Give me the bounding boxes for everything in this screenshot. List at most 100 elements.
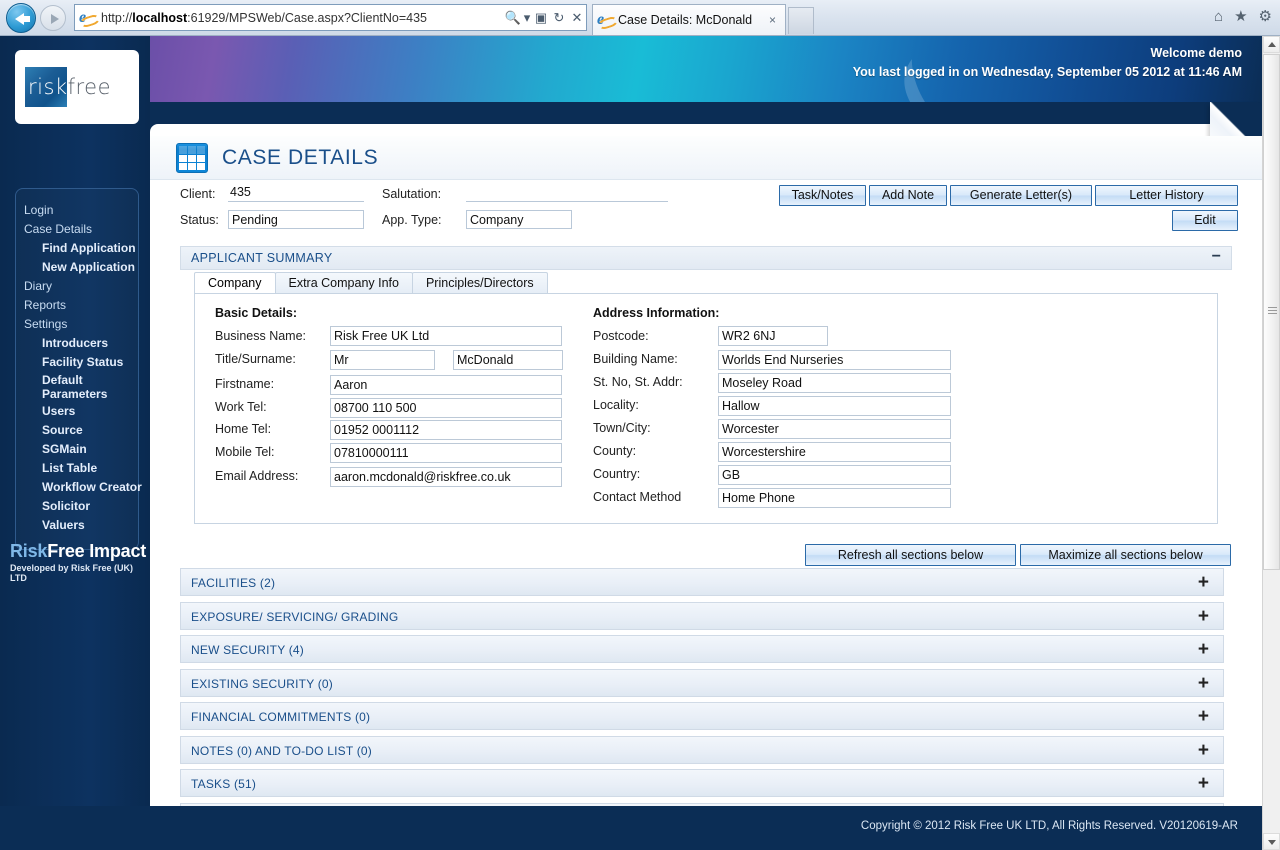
page-title-bar: CASE DETAILS xyxy=(150,136,1262,180)
grid-table-icon xyxy=(176,142,208,173)
content-panel: CASE DETAILS Client: Status: Salutation:… xyxy=(150,102,1262,842)
section-existing-security[interactable]: EXISTING SECURITY (0) + xyxy=(180,669,1224,697)
sidebar-item-diary[interactable]: Diary xyxy=(16,277,138,296)
task-notes-button[interactable]: Task/Notes xyxy=(779,185,866,206)
salutation-field[interactable] xyxy=(466,184,668,202)
welcome-block: Welcome demo You last logged in on Wedne… xyxy=(853,44,1242,82)
country-input[interactable] xyxy=(718,465,951,485)
locality-input[interactable] xyxy=(718,396,951,416)
street-address-label: St. No, St. Addr: xyxy=(593,375,683,389)
address-bar[interactable]: e http://localhost:61929/MPSWeb/Case.asp… xyxy=(74,4,587,31)
sidebar-item-users[interactable]: Users xyxy=(16,402,138,421)
tab-principles-directors[interactable]: Principles/Directors xyxy=(411,272,548,294)
favorites-icon[interactable]: ★ xyxy=(1234,8,1247,26)
section-facilities[interactable]: FACILITIES (2) + xyxy=(180,568,1224,596)
scroll-down-icon[interactable] xyxy=(1263,833,1280,850)
refresh-icon[interactable]: ↻ xyxy=(550,10,568,26)
maximize-all-sections-button[interactable]: Maximize all sections below xyxy=(1020,544,1231,566)
postcode-input[interactable] xyxy=(718,326,828,346)
county-input[interactable] xyxy=(718,442,951,462)
building-name-input[interactable] xyxy=(718,350,951,370)
town-city-input[interactable] xyxy=(718,419,951,439)
application-window: Welcome demo You last logged in on Wedne… xyxy=(0,36,1280,850)
expand-icon[interactable]: + xyxy=(1198,604,1209,630)
page-scrollbar[interactable] xyxy=(1262,36,1280,850)
sidebar-item-settings[interactable]: Settings xyxy=(16,315,138,334)
street-address-input[interactable] xyxy=(718,373,951,393)
compatibility-view-icon[interactable]: ▣ xyxy=(532,10,550,26)
sidebar-item-new-application[interactable]: New Application xyxy=(16,258,138,277)
logo-mark: riskfree xyxy=(25,67,129,107)
letter-history-button[interactable]: Letter History xyxy=(1095,185,1238,206)
firstname-input[interactable] xyxy=(330,375,562,395)
sidebar-item-introducers[interactable]: Introducers xyxy=(16,334,138,353)
section-notes-and-todo[interactable]: NOTES (0) AND TO-DO LIST (0) + xyxy=(180,736,1224,764)
tab-company[interactable]: Company xyxy=(194,272,276,294)
section-new-security[interactable]: NEW SECURITY (4) + xyxy=(180,635,1224,663)
scroll-up-icon[interactable] xyxy=(1263,36,1280,53)
client-field[interactable] xyxy=(228,184,364,202)
expand-icon[interactable]: + xyxy=(1198,738,1209,764)
section-title: TASKS (51) xyxy=(191,777,257,791)
browser-tab[interactable]: e Case Details: McDonald × xyxy=(592,4,786,35)
browser-forward-button[interactable] xyxy=(40,5,66,31)
applicant-summary-header[interactable]: APPLICANT SUMMARY − xyxy=(180,246,1232,270)
surname-input[interactable] xyxy=(453,350,563,370)
title-input[interactable] xyxy=(330,350,435,370)
generate-letters-button[interactable]: Generate Letter(s) xyxy=(950,185,1092,206)
sidebar-item-workflow-creator[interactable]: Workflow Creator xyxy=(16,478,142,497)
section-title: FINANCIAL COMMITMENTS (0) xyxy=(191,710,371,724)
section-tasks[interactable]: TASKS (51) + xyxy=(180,769,1224,797)
sidebar-item-source[interactable]: Source xyxy=(16,421,138,440)
mobile-tel-input[interactable] xyxy=(330,443,562,463)
status-field[interactable] xyxy=(228,210,364,229)
expand-icon[interactable]: + xyxy=(1198,704,1209,730)
chevron-down-icon[interactable]: ▾ xyxy=(522,10,532,26)
sidebar-item-find-application[interactable]: Find Application xyxy=(16,239,138,258)
contact-method-input[interactable] xyxy=(718,488,951,508)
sidebar-nav: Login Case Details Find Application New … xyxy=(15,188,142,550)
work-tel-input[interactable] xyxy=(330,398,562,418)
sidebar-item-list-table[interactable]: List Table xyxy=(16,459,138,478)
stop-icon[interactable]: ✕ xyxy=(568,10,586,26)
page-title: CASE DETAILS xyxy=(222,145,379,169)
town-city-label: Town/City: xyxy=(593,421,651,435)
tab-extra-company-info[interactable]: Extra Company Info xyxy=(274,272,413,294)
search-icon[interactable]: 🔍 xyxy=(504,10,522,26)
expand-icon[interactable]: + xyxy=(1198,637,1209,663)
applicant-summary-section: APPLICANT SUMMARY − Company Extra Compan… xyxy=(180,246,1232,524)
browser-back-button[interactable] xyxy=(6,3,36,33)
sidebar-item-facility-status[interactable]: Facility Status xyxy=(16,353,138,372)
expand-icon[interactable]: + xyxy=(1198,570,1209,596)
collapse-icon[interactable]: − xyxy=(1212,248,1221,266)
app-type-field[interactable] xyxy=(466,210,572,229)
sidebar-item-login[interactable]: Login xyxy=(16,201,138,220)
sidebar-item-sgmain[interactable]: SGMain xyxy=(16,440,138,459)
business-name-input[interactable] xyxy=(330,326,562,346)
sidebar-item-reports[interactable]: Reports xyxy=(16,296,138,315)
sidebar-item-solicitor[interactable]: Solicitor xyxy=(16,497,138,516)
home-tel-input[interactable] xyxy=(330,420,562,440)
section-exposure-servicing-grading[interactable]: EXPOSURE/ SERVICING/ GRADING + xyxy=(180,602,1224,630)
building-name-label: Building Name: xyxy=(593,352,678,366)
expand-icon[interactable]: + xyxy=(1198,671,1209,697)
add-note-button[interactable]: Add Note xyxy=(869,185,947,206)
expand-icon[interactable]: + xyxy=(1198,771,1209,797)
sidebar-item-case-details[interactable]: Case Details xyxy=(16,220,138,239)
gear-icon[interactable]: ⚙ xyxy=(1259,8,1272,26)
sidebar-item-valuers[interactable]: Valuers xyxy=(16,516,138,535)
scrollbar-thumb[interactable] xyxy=(1263,54,1280,570)
country-label: Country: xyxy=(593,467,641,481)
email-address-input[interactable] xyxy=(330,467,562,487)
sidebar-item-default-parameters[interactable]: Default Parameters xyxy=(16,372,138,402)
section-title: EXPOSURE/ SERVICING/ GRADING xyxy=(191,610,399,624)
home-icon[interactable]: ⌂ xyxy=(1214,8,1223,26)
section-financial-commitments[interactable]: FINANCIAL COMMITMENTS (0) + xyxy=(180,702,1224,730)
brand-subtitle: Developed by Risk Free (UK) LTD xyxy=(10,563,134,583)
close-icon[interactable]: × xyxy=(764,13,781,27)
new-tab-button[interactable] xyxy=(788,7,814,34)
refresh-all-sections-button[interactable]: Refresh all sections below xyxy=(805,544,1016,566)
firstname-label: Firstname: xyxy=(215,377,275,391)
edit-button[interactable]: Edit xyxy=(1172,210,1238,231)
riskfree-logo[interactable]: riskfree xyxy=(15,50,139,124)
